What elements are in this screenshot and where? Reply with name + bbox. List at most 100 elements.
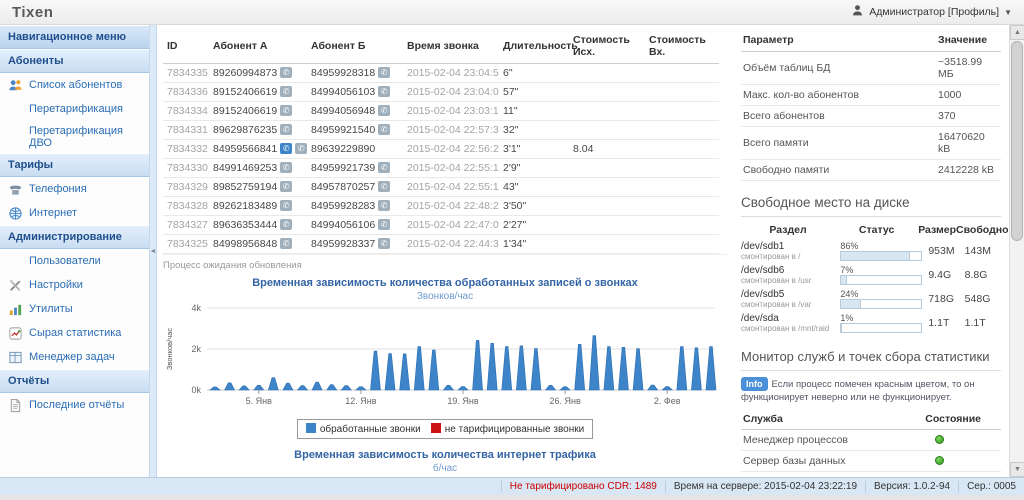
- phone-action-icon[interactable]: ✆: [280, 143, 292, 154]
- chart-spike: [239, 386, 249, 390]
- sidebar-item[interactable]: Последние отчёты: [0, 393, 149, 417]
- table-row[interactable]: 783433084991469253✆84959921739✆2015-02-0…: [163, 159, 719, 178]
- phone-action-icon[interactable]: ✆: [280, 67, 292, 78]
- phone-action-icon[interactable]: ✆: [378, 124, 390, 135]
- chart-spike: [691, 348, 701, 390]
- legend-item[interactable]: не тарифицированные звонки: [431, 423, 584, 435]
- phone-number: 84959928318: [311, 67, 375, 79]
- disk-partition: /dev/sdb1смонтирован в /: [741, 241, 840, 261]
- profile-menu[interactable]: Администратор [Профиль] ▼: [851, 4, 1012, 20]
- call-time: 2015-02-04 23:03:10: [403, 102, 499, 121]
- chart-spike: [633, 349, 643, 390]
- sidebar-item[interactable]: Пользователи: [0, 249, 149, 273]
- phone-action-icon[interactable]: ✆: [378, 86, 390, 97]
- disk-row: /dev/sdaсмонтирован в /mnt/raid 1% 1.1T …: [741, 311, 1001, 335]
- disk-partition: /dev/sdb5смонтирован в /var: [741, 289, 840, 309]
- chart-spike: [473, 340, 483, 390]
- calls-column-header[interactable]: Стоимость Вх.: [645, 29, 719, 64]
- scroll-up-icon[interactable]: ▲: [1010, 25, 1024, 40]
- phone-action-icon[interactable]: ✆: [378, 67, 390, 78]
- phone-action-icon[interactable]: ✆: [280, 124, 292, 135]
- sidebar-title: Навигационное меню: [0, 25, 149, 49]
- phone-action-icon[interactable]: ✆: [378, 181, 390, 192]
- phone-action-icon[interactable]: ✆: [280, 162, 292, 173]
- chart-icon: [7, 301, 23, 317]
- phone-action-icon[interactable]: ✆: [280, 181, 292, 192]
- sidebar-item[interactable]: Сырая статистика: [0, 321, 149, 345]
- call-cost-out: [569, 216, 645, 235]
- sidebar-item[interactable]: Утилиты: [0, 297, 149, 321]
- table-row[interactable]: 783433189629876235✆84959921540✆2015-02-0…: [163, 121, 719, 140]
- sidebar-item[interactable]: Настройки: [0, 273, 149, 297]
- phone-action-icon[interactable]: ✆: [280, 86, 292, 97]
- services-col-state: Состояние: [925, 413, 981, 425]
- scrollbar-thumb[interactable]: [1011, 41, 1023, 241]
- phone-number: 84959921739: [311, 162, 375, 174]
- app-window: Tixen Администратор [Профиль] ▼ Навигаци…: [0, 0, 1024, 500]
- disk-size: 1.1T: [928, 317, 964, 329]
- phone-action-icon[interactable]: ✆: [280, 219, 292, 230]
- table-row[interactable]: 783432889262183489✆84959928283✆2015-02-0…: [163, 197, 719, 216]
- vertical-scrollbar[interactable]: ▲ ▼: [1009, 25, 1024, 477]
- sidebar-item[interactable]: Менеджер задач: [0, 345, 149, 369]
- status-ok-icon: [935, 435, 944, 444]
- calls-column-header[interactable]: Стоимость Исх.: [569, 29, 645, 64]
- sidebar-item-label: Перетарификация: [29, 103, 123, 115]
- legend-item[interactable]: обработанные звонки: [306, 423, 421, 435]
- chart-spike: [268, 378, 278, 390]
- table-row[interactable]: 783432584998956848✆84959928337✆2015-02-0…: [163, 235, 719, 254]
- call-duration: 6": [499, 64, 569, 83]
- table-row[interactable]: 783433489152406619✆84994056948✆2015-02-0…: [163, 102, 719, 121]
- disk-free: 1.1T: [965, 317, 1001, 329]
- param-row: Объём таблиц БД~3518.99 МБ: [741, 52, 1001, 85]
- calls-column-header[interactable]: Длительность: [499, 29, 569, 64]
- phone-action-icon[interactable]: ✆: [378, 219, 390, 230]
- services-table-header: Служба Состояние: [741, 409, 1001, 430]
- chart-spike: [458, 387, 468, 390]
- calls-table: IDАбонент ААбонент БВремя звонкаДлительн…: [163, 29, 719, 254]
- table-row[interactable]: 783433589260994873✆84959928318✆2015-02-0…: [163, 64, 719, 83]
- phone-action-icon[interactable]: ✆: [378, 238, 390, 249]
- calls-column-header[interactable]: Абонент Б: [307, 29, 403, 64]
- calls-column-header[interactable]: ID: [163, 29, 209, 64]
- sidebar-section-header[interactable]: Тарифы: [0, 153, 149, 177]
- param-name: Всего памяти: [741, 127, 936, 160]
- phone-action-icon[interactable]: ✆: [378, 200, 390, 211]
- sidebar-item[interactable]: Телефония: [0, 177, 149, 201]
- sidebar-section-header[interactable]: Отчёты: [0, 369, 149, 393]
- scroll-down-icon[interactable]: ▼: [1010, 462, 1024, 477]
- sidebar-section-header[interactable]: Администрирование: [0, 225, 149, 249]
- sidebar-item[interactable]: Перетарификация ДВО: [0, 121, 149, 153]
- phone-action-icon[interactable]: ✆: [280, 105, 292, 116]
- call-id: 7834336: [163, 83, 209, 102]
- phone-action-icon[interactable]: ✆: [280, 200, 292, 211]
- sidebar-item[interactable]: Интернет: [0, 201, 149, 225]
- sidebar-item[interactable]: Список абонентов: [0, 73, 149, 97]
- calls-column-header[interactable]: Время звонка: [403, 29, 499, 64]
- phone-action-icon[interactable]: ✆: [280, 238, 292, 249]
- call-time: 2015-02-04 23:04:56: [403, 64, 499, 83]
- table-row[interactable]: 783432989852759194✆84957870257✆2015-02-0…: [163, 178, 719, 197]
- call-duration: 1'34": [499, 235, 569, 254]
- phone-action-icon[interactable]: ✆: [378, 105, 390, 116]
- phone-number: 84994056106: [311, 219, 375, 231]
- sidebar-item-label: Перетарификация ДВО: [29, 125, 145, 149]
- table-row[interactable]: 783433689152406619✆84994056103✆2015-02-0…: [163, 83, 719, 102]
- call-cost-out: [569, 64, 645, 83]
- phone-action-icon[interactable]: ✆: [378, 162, 390, 173]
- call-cost-in: [645, 216, 719, 235]
- sidebar-splitter[interactable]: ◄: [150, 25, 157, 477]
- disk-row: /dev/sdb6смонтирован в /usr 7% 9.4G 8.8G: [741, 263, 1001, 287]
- sidebar-item[interactable]: Перетарификация: [0, 97, 149, 121]
- table-row[interactable]: 783432789636353444✆84994056106✆2015-02-0…: [163, 216, 719, 235]
- calls-column-header[interactable]: Абонент А: [209, 29, 307, 64]
- call-duration: 3'1": [499, 140, 569, 159]
- chart-spike: [589, 336, 599, 390]
- param-name: Макс. кол-во абонентов: [741, 85, 936, 106]
- call-cost-in: [645, 159, 719, 178]
- call-time: 2015-02-04 22:55:11: [403, 178, 499, 197]
- call-duration: 2'9": [499, 159, 569, 178]
- phone-action-icon[interactable]: ✆: [295, 143, 307, 154]
- table-row[interactable]: 783433284959566841✆✆896392298902015-02-0…: [163, 140, 719, 159]
- sidebar-section-header[interactable]: Абоненты: [0, 49, 149, 73]
